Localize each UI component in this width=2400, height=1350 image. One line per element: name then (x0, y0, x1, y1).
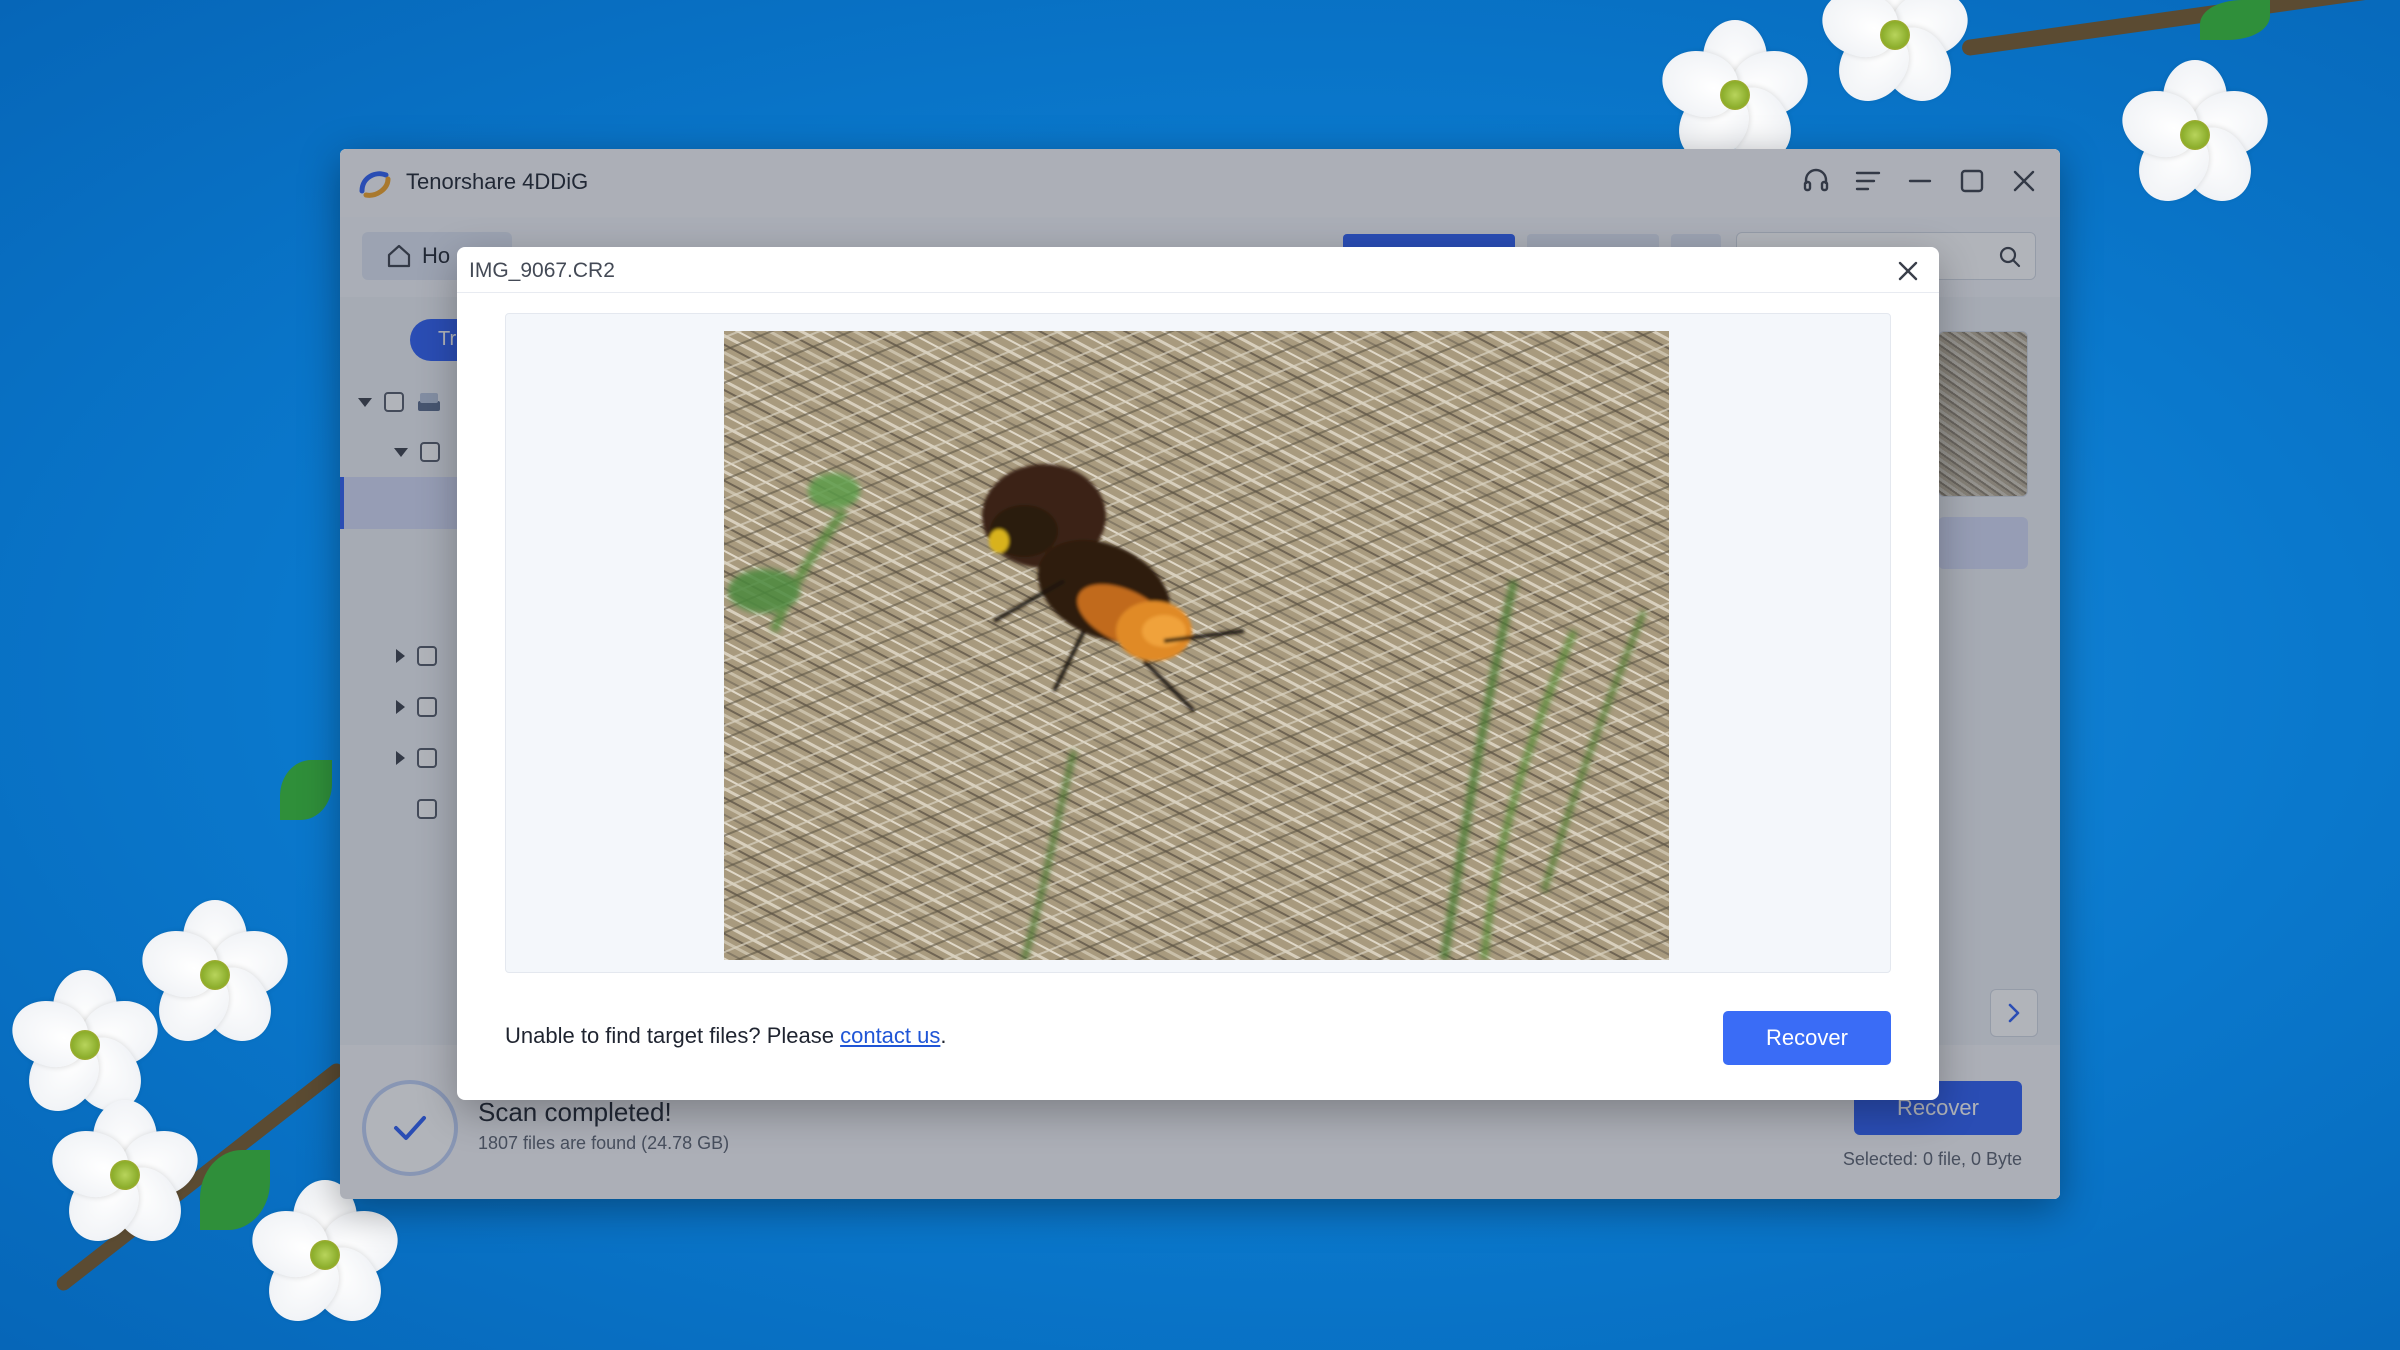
close-icon (1898, 261, 1918, 281)
help-text: Unable to find target files? Please cont… (505, 1023, 947, 1049)
blossom-flower (3, 970, 167, 1125)
dialog-recover-button[interactable]: Recover (1723, 1011, 1891, 1065)
help-text-prefix: Unable to find target files? Please (505, 1023, 841, 1048)
blossom-flower (1813, 0, 1977, 115)
contact-us-link[interactable]: contact us (840, 1023, 940, 1048)
leaf (2200, 0, 2270, 40)
leaf (200, 1150, 270, 1230)
leaf (280, 760, 332, 820)
dialog-close-button[interactable] (1891, 254, 1925, 288)
blossom-flower (43, 1100, 207, 1255)
dialog-title: IMG_9067.CR2 (469, 259, 615, 282)
preview-dialog: IMG_9067.CR2 Unable to find target files… (457, 247, 1939, 1100)
dialog-header: IMG_9067.CR2 (457, 247, 1939, 293)
help-text-suffix: . (940, 1023, 947, 1048)
branch-bottom (53, 1060, 347, 1294)
preview-area (505, 313, 1891, 973)
blossom-flower (2113, 60, 2290, 230)
blossom-flower (133, 900, 297, 1055)
blossom-flower (243, 1180, 407, 1335)
preview-image (724, 331, 1669, 960)
branch-top (1961, 0, 2399, 57)
blossom-flower (1653, 20, 1817, 175)
